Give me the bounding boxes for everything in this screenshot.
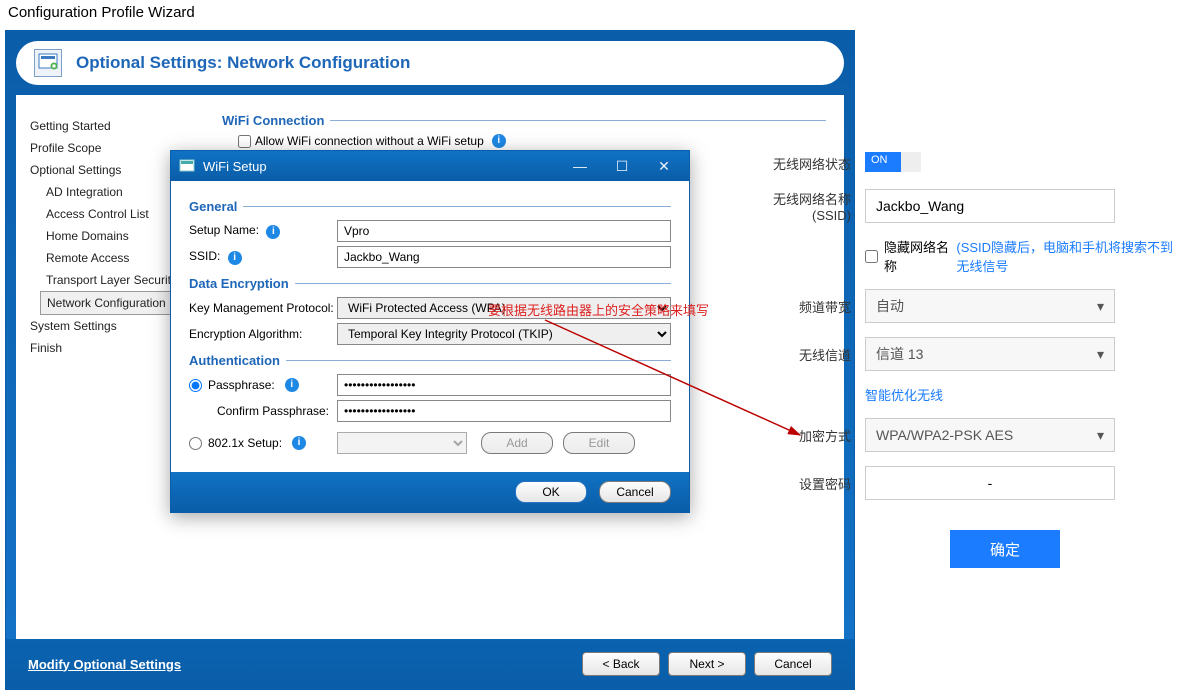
setup-name-input[interactable]	[337, 220, 671, 242]
confirm-passphrase-label: Confirm Passphrase:	[189, 404, 337, 418]
chevron-down-icon: ▾	[1097, 427, 1104, 444]
encryption-label: 加密方式	[740, 426, 865, 445]
next-button[interactable]: Next >	[668, 652, 746, 676]
info-icon[interactable]: i	[266, 225, 280, 239]
modify-link[interactable]: Modify Optional Settings	[28, 657, 181, 672]
channel-select[interactable]: 信道 13▾	[865, 337, 1115, 371]
dialog-cancel-button[interactable]: Cancel	[599, 481, 671, 503]
dialog-title: WiFi Setup	[203, 159, 267, 174]
router-ssid-label: 无线网络名称(SSID)	[740, 189, 865, 223]
channel-label: 无线信道	[740, 345, 865, 364]
minimize-icon[interactable]: —	[563, 155, 597, 177]
info-icon[interactable]: i	[492, 134, 506, 148]
setup-name-label: Setup Name: i	[189, 223, 337, 239]
passphrase-radio[interactable]	[189, 379, 202, 392]
section-auth: Authentication	[189, 353, 280, 368]
section-label: WiFi Connection	[222, 113, 324, 128]
dot1x-radio-label[interactable]: 802.1x Setup: i	[189, 436, 337, 450]
confirm-passphrase-input[interactable]	[337, 400, 671, 422]
algo-select[interactable]: Temporal Key Integrity Protocol (TKIP)	[337, 323, 671, 345]
ssid-label: SSID: i	[189, 249, 337, 265]
passphrase-radio-label[interactable]: Passphrase: i	[189, 378, 337, 392]
header-icon	[34, 49, 62, 77]
sidebar-item-getting-started[interactable]: Getting Started	[16, 115, 204, 137]
add-button: Add	[481, 432, 553, 454]
router-password-input[interactable]	[865, 466, 1115, 500]
password-label: 设置密码	[740, 474, 865, 493]
optimize-link[interactable]: 智能优化无线	[865, 388, 943, 403]
section-wifi-connection: WiFi Connection	[222, 113, 826, 128]
chevron-down-icon: ▾	[1097, 346, 1104, 363]
window-title: Configuration Profile Wizard	[0, 0, 1200, 25]
router-ssid-input[interactable]	[865, 189, 1115, 223]
ok-button[interactable]: OK	[515, 481, 587, 503]
hide-ssid-label: 隐藏网络名称	[884, 237, 950, 275]
allow-wifi-label: Allow WiFi connection without a WiFi set…	[255, 134, 484, 148]
cancel-button[interactable]: Cancel	[754, 652, 832, 676]
ssid-input[interactable]	[337, 246, 671, 268]
bandwidth-select[interactable]: 自动▾	[865, 289, 1115, 323]
passphrase-input[interactable]	[337, 374, 671, 396]
edit-button: Edit	[563, 432, 635, 454]
kmp-select[interactable]: WiFi Protected Access (WPA)	[337, 297, 671, 319]
wifi-status-toggle[interactable]: ON	[865, 152, 921, 172]
encryption-select[interactable]: WPA/WPA2-PSK AES▾	[865, 418, 1115, 452]
kmp-label: Key Management Protocol:	[189, 301, 337, 315]
info-icon[interactable]: i	[292, 436, 306, 450]
dot1x-select	[337, 432, 467, 454]
wifi-status-label: 无线网络状态	[740, 154, 865, 173]
dialog-titlebar[interactable]: WiFi Setup — ☐ ✕	[171, 151, 689, 181]
toggle-on-label: ON	[871, 154, 888, 166]
dot1x-radio[interactable]	[189, 437, 202, 450]
close-icon[interactable]: ✕	[647, 155, 681, 177]
bandwidth-label: 频道带宽	[740, 297, 865, 316]
section-encryption: Data Encryption	[189, 276, 289, 291]
hide-ssid-note: (SSID隐藏后，电脑和手机将搜索不到无线信号	[956, 237, 1185, 275]
dialog-icon	[179, 158, 195, 174]
hide-ssid-checkbox[interactable]	[865, 250, 878, 263]
chevron-down-icon: ▾	[1097, 298, 1104, 315]
back-button[interactable]: < Back	[582, 652, 660, 676]
allow-wifi-checkbox[interactable]	[238, 135, 251, 148]
wizard-footer: Modify Optional Settings < Back Next > C…	[6, 639, 854, 689]
algo-label: Encryption Algorithm:	[189, 327, 337, 341]
router-submit-button[interactable]: 确定	[950, 530, 1060, 568]
router-panel: 无线网络状态 ON 无线网络名称(SSID) 隐藏网络名称 (SSID隐藏后，电…	[730, 130, 1195, 576]
maximize-icon[interactable]: ☐	[605, 155, 639, 177]
wizard-header: Optional Settings: Network Configuration	[16, 41, 844, 85]
section-general: General	[189, 199, 237, 214]
wifi-setup-dialog: WiFi Setup — ☐ ✕ General Setup Name: i S…	[170, 150, 690, 513]
wizard-title: Optional Settings: Network Configuration	[76, 53, 410, 73]
info-icon[interactable]: i	[228, 251, 242, 265]
info-icon[interactable]: i	[285, 378, 299, 392]
